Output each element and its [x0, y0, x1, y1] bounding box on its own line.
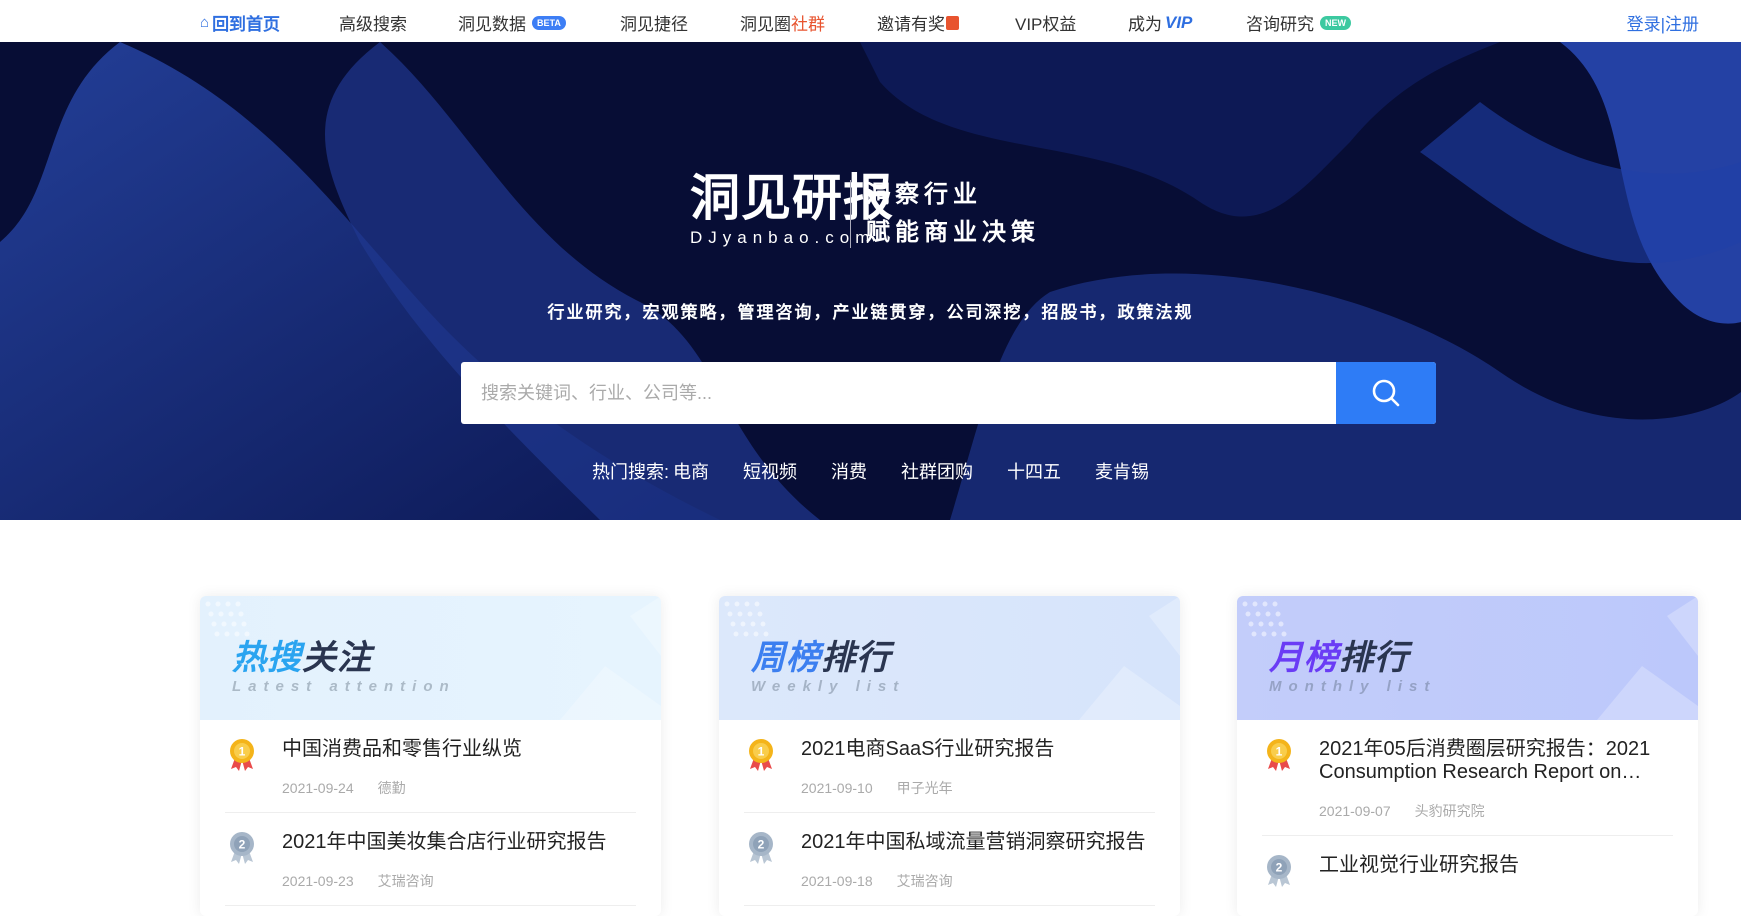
report-source: 头豹研究院 [1414, 803, 1485, 819]
report-title[interactable]: 工业视觉行业研究报告 [1319, 854, 1519, 877]
hot-search-link[interactable]: 电商 [673, 458, 709, 484]
report-source: 德勤 [377, 780, 406, 796]
report-date: 2021-09-18 [801, 873, 873, 889]
nav-shortcut[interactable]: 洞见捷径 [620, 10, 688, 35]
top-nav: ⌂ 回到首页 高级搜索 洞见数据 BETA 洞见捷径 洞见圈 社群 邀请有奖 VIP权… [0, 0, 1741, 42]
hot-search-link[interactable]: 短视频 [743, 458, 797, 484]
nav-data[interactable]: 洞见数据 BETA [458, 10, 566, 35]
card-subtitle: Latest attention [232, 678, 456, 695]
card-title: 周榜排行 [751, 639, 891, 677]
report-list: 1 中国消费品和零售行业纵览 2021-09-24 德勤 2 2021年中国美妆集… [200, 720, 661, 906]
site-logo[interactable]: 洞见研报 DJyanbao.com [690, 170, 894, 248]
report-date: 2021-09-07 [1319, 803, 1391, 819]
svg-text:1: 1 [1276, 745, 1283, 759]
silver-medal-icon: 2 [749, 832, 773, 864]
card-header: 周榜排行 Weekly list [719, 596, 1180, 720]
card-title: 月榜排行 [1269, 639, 1409, 677]
tagline: 行业研究，宏观策略，管理咨询，产业链贯穿，公司深挖，招股书，政策法规 [547, 303, 1194, 322]
svg-text:2: 2 [1276, 861, 1283, 875]
report-title[interactable]: 2021年中国私域流量营销洞察研究报告 [801, 831, 1146, 854]
list-item[interactable]: 1 中国消费品和零售行业纵览 2021-09-24 德勤 [225, 720, 636, 813]
silver-medal-icon: 2 [1267, 855, 1291, 887]
nav-invite[interactable]: 邀请有奖 [877, 10, 959, 35]
hot-search-link[interactable]: 消费 [831, 458, 867, 484]
slogan: 洞察行业 赋能商业决策 [866, 181, 1040, 246]
nav-advanced-search[interactable]: 高级搜索 [339, 10, 407, 35]
report-title[interactable]: 2021电商SaaS行业研究报告 [801, 738, 1054, 761]
card-header: 热搜关注 Latest attention [200, 596, 661, 720]
report-source: 艾瑞咨询 [896, 873, 953, 889]
logo-divider [850, 180, 851, 248]
list-item[interactable]: 1 2021年05后消费圈层研究报告：2021 Consumption Rese… [1262, 720, 1673, 836]
gold-medal-icon: 1 [230, 739, 254, 771]
nav-community[interactable]: 洞见圈 社群 [740, 10, 825, 35]
svg-text:1: 1 [758, 745, 765, 759]
report-date: 2021-09-10 [801, 780, 873, 796]
hero-banner: 洞见研报 DJyanbao.com 洞察行业 赋能商业决策 行业研究，宏观策略，… [0, 42, 1741, 520]
list-item[interactable]: 1 2021电商SaaS行业研究报告 2021-09-10 甲子光年 [744, 720, 1155, 813]
report-source: 甲子光年 [896, 780, 953, 796]
silver-medal-icon: 2 [230, 832, 254, 864]
nav-home[interactable]: ⌂ 回到首页 [200, 10, 280, 35]
list-item[interactable]: 2 工业视觉行业研究报告 [1262, 836, 1673, 916]
report-source: 艾瑞咨询 [377, 873, 434, 889]
monthly-list-card: 月榜排行 Monthly list 1 2021年05后消费圈层研究报告：202… [1237, 596, 1698, 916]
gold-medal-icon: 1 [1267, 739, 1291, 771]
new-badge: NEW [1320, 15, 1351, 30]
login-register-link[interactable]: 登录|注册 [1627, 10, 1699, 35]
report-date: 2021-09-23 [282, 873, 354, 889]
svg-text:2: 2 [239, 838, 246, 852]
search-input[interactable] [461, 362, 1336, 424]
report-title[interactable]: 2021年中国美妆集合店行业研究报告 [282, 831, 607, 854]
card-subtitle: Weekly list [751, 678, 906, 695]
nav-vip-benefits[interactable]: VIP权益 [1015, 10, 1076, 35]
svg-text:2: 2 [758, 838, 765, 852]
nav-consulting[interactable]: 咨询研究 NEW [1246, 10, 1351, 35]
hot-search-link[interactable]: 社群团购 [901, 458, 973, 484]
weekly-list-card: 周榜排行 Weekly list 1 2021电商SaaS行业研究报告 2021… [719, 596, 1180, 916]
list-item[interactable]: 2 2021年中国私域流量营销洞察研究报告 2021-09-18 艾瑞咨询 [744, 813, 1155, 906]
hot-search-link[interactable]: 麦肯锡 [1095, 458, 1149, 484]
nav-become-vip[interactable]: 成为 VIP [1128, 10, 1192, 35]
gold-medal-icon: 1 [749, 739, 773, 771]
report-list: 1 2021电商SaaS行业研究报告 2021-09-10 甲子光年 2 2021… [719, 720, 1180, 906]
card-title: 热搜关注 [232, 639, 372, 677]
home-icon: ⌂ [200, 14, 210, 31]
hero-background [0, 42, 1741, 520]
report-title[interactable]: 2021年05后消费圈层研究报告：2021 Consumption Resear… [1319, 738, 1673, 784]
card-header: 月榜排行 Monthly list [1237, 596, 1698, 720]
report-list: 1 2021年05后消费圈层研究报告：2021 Consumption Rese… [1237, 720, 1698, 916]
gift-icon [946, 15, 959, 30]
report-date: 2021-09-24 [282, 780, 354, 796]
beta-badge: BETA [532, 15, 566, 30]
hot-searches: 热门搜索: 电商 短视频 消费 社群团购 十四五 麦肯锡 [0, 458, 1741, 484]
hot-attention-card: 热搜关注 Latest attention 1 中国消费品和零售行业纵览 202… [200, 596, 661, 916]
search-button[interactable] [1336, 362, 1436, 424]
search-bar [461, 362, 1436, 424]
svg-text:1: 1 [239, 745, 246, 759]
report-title[interactable]: 中国消费品和零售行业纵览 [282, 738, 522, 761]
list-item[interactable]: 2 2021年中国美妆集合店行业研究报告 2021-09-23 艾瑞咨询 [225, 813, 636, 906]
hot-search-link[interactable]: 十四五 [1007, 458, 1061, 484]
search-icon [1372, 379, 1400, 407]
card-subtitle: Monthly list [1269, 678, 1437, 695]
